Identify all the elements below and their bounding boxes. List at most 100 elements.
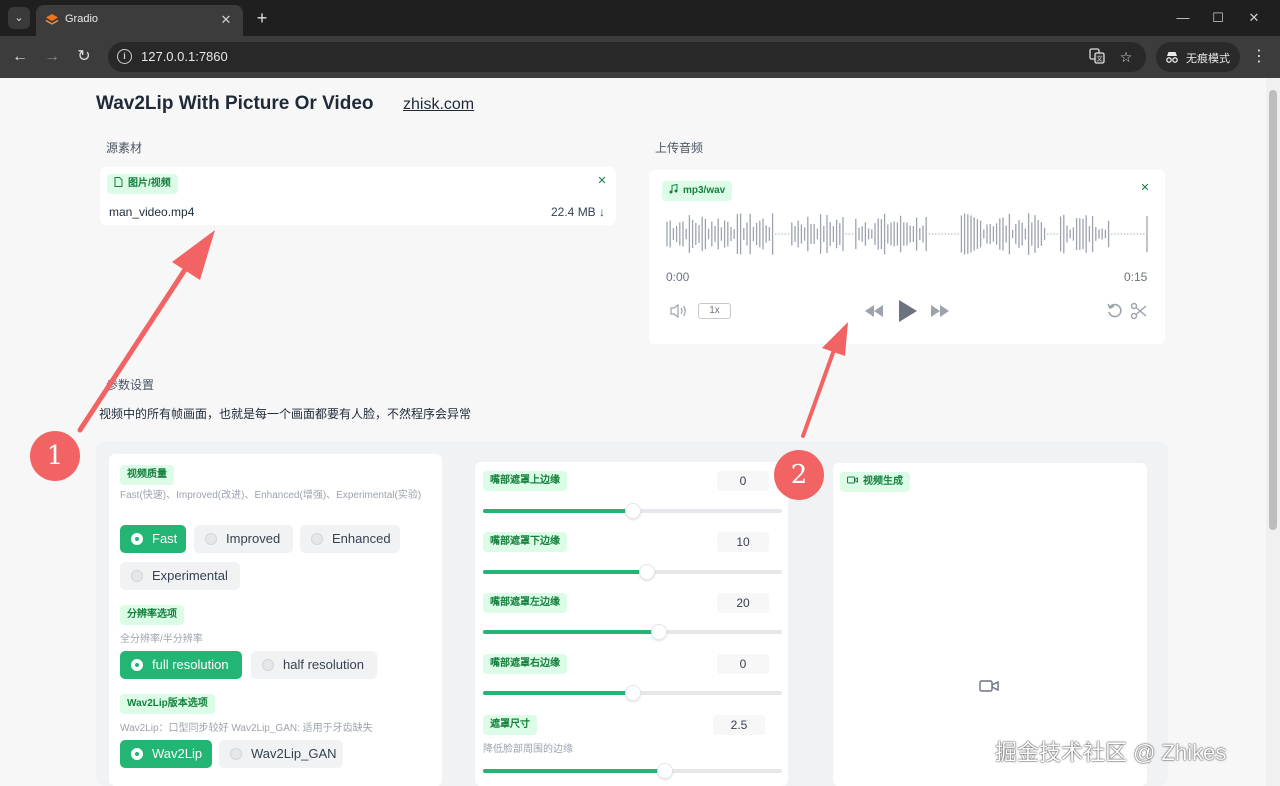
music-note-icon [669, 184, 678, 194]
slider-value-mask-size[interactable]: 2.5 [713, 715, 765, 735]
slider-mouth-top[interactable] [483, 503, 782, 519]
slider-mouth-bottom[interactable] [483, 564, 782, 580]
annotation-marker-2: 2 [774, 450, 824, 500]
gradio-favicon-icon [45, 14, 59, 25]
tab-close-icon[interactable]: ✕ [217, 11, 235, 29]
source-label: 源素材 [106, 141, 143, 155]
watermark-text: 掘金技术社区 @ Zhikes [995, 740, 1227, 765]
slider-label-mouth-left: 嘴部遮罩左边缘 [483, 593, 567, 613]
slider-fill [483, 630, 660, 634]
window-close-icon[interactable]: ✕ [1245, 10, 1263, 26]
file-size-download[interactable]: 22.4 MB ↓ [551, 205, 605, 219]
version-option-wav2lip-gan[interactable]: Wav2Lip_GAN [219, 740, 343, 768]
maximize-icon[interactable]: ☐ [1209, 10, 1227, 26]
url-text[interactable]: 127.0.0.1:7860 [141, 49, 228, 64]
tab-title: Gradio [65, 13, 99, 25]
resolution-option-half[interactable]: half resolution [251, 651, 377, 679]
source-clear-icon[interactable]: ✕ [595, 174, 609, 188]
resolution-info: 全分辨率/半分辨率 [120, 634, 203, 645]
output-tag: 视频生成 [840, 472, 910, 492]
reload-icon[interactable]: ↻ [73, 46, 95, 68]
quality-option-label: Fast [152, 531, 178, 546]
audio-time-end: 0:15 [1124, 270, 1148, 284]
resolution-option-label: half resolution [283, 657, 364, 672]
play-icon[interactable] [896, 299, 918, 323]
version-info: Wav2Lip：口型同步较好 Wav2Lip_GAN: 适用于牙齿缺失 [120, 723, 373, 734]
incognito-icon [1166, 52, 1178, 63]
file-icon [114, 177, 123, 187]
radio-dot [131, 570, 143, 582]
slider-fill [483, 570, 648, 574]
audio-tag: mp3/wav [662, 181, 733, 201]
audio-time-start: 0:00 [666, 270, 690, 284]
params-description: 视频中的所有帧画面，也就是每一个画面都要有人脸，不然程序会异常 [99, 407, 472, 421]
volume-icon[interactable] [669, 303, 689, 319]
rewind-icon[interactable] [863, 303, 885, 319]
tab-search-chevron-icon[interactable]: ⌄ [8, 7, 30, 29]
radio-dot [131, 533, 143, 545]
address-bar[interactable]: i 127.0.0.1:7860 文 ☆ [108, 42, 1146, 72]
annotation-marker-1: 1 [30, 431, 80, 481]
slider-label-mask-size: 遮罩尺寸 [483, 715, 537, 735]
audio-tag-text: mp3/wav [683, 185, 726, 196]
site-info-icon[interactable]: i [117, 49, 132, 64]
quality-option-fast[interactable]: Fast [120, 525, 186, 553]
audio-waveform[interactable] [665, 211, 1148, 257]
trim-scissors-icon[interactable] [1130, 302, 1148, 320]
version-tag: Wav2Lip版本选项 [120, 694, 215, 714]
resolution-option-full[interactable]: full resolution [120, 651, 242, 679]
translate-icon[interactable]: 文 [1088, 48, 1106, 66]
output-tag-text: 视频生成 [863, 476, 903, 487]
video-camera-icon [847, 476, 858, 484]
slider-fill [483, 769, 666, 773]
incognito-label: 无痕模式 [1186, 53, 1230, 65]
audio-clear-icon[interactable]: ✕ [1138, 181, 1152, 195]
slider-info-mask-size: 降低脸部周围的边缘 [483, 744, 573, 755]
quality-tag: 视频质量 [120, 465, 174, 485]
radio-dot [311, 533, 323, 545]
video-placeholder-icon [978, 677, 1000, 695]
reset-icon[interactable] [1106, 302, 1124, 320]
incognito-badge[interactable]: 无痕模式 [1156, 42, 1240, 72]
slider-mouth-right[interactable] [483, 685, 782, 701]
resolution-tag: 分辨率选项 [120, 605, 184, 625]
back-arrow-icon[interactable]: ← [9, 46, 31, 68]
file-name[interactable]: man_video.mp4 [109, 205, 194, 219]
new-tab-plus-icon[interactable]: + [252, 8, 272, 28]
fast-forward-icon[interactable] [929, 303, 951, 319]
slider-mouth-left[interactable] [483, 624, 782, 640]
quality-option-experimental[interactable]: Experimental [120, 562, 240, 590]
site-link[interactable]: zhisk.com [403, 96, 474, 114]
quality-option-enhanced[interactable]: Enhanced [300, 525, 400, 553]
quality-option-improved[interactable]: Improved [194, 525, 293, 553]
minimize-icon[interactable]: — [1174, 10, 1192, 26]
quality-option-label: Improved [226, 531, 281, 546]
radio-dot [131, 659, 143, 671]
forward-arrow-icon[interactable]: → [41, 46, 63, 68]
slider-label-mouth-top: 嘴部遮罩上边缘 [483, 471, 567, 491]
slider-value-mouth-right[interactable]: 0 [717, 654, 769, 674]
slider-value-mouth-top[interactable]: 0 [717, 471, 769, 491]
slider-label-mouth-bottom: 嘴部遮罩下边缘 [483, 532, 567, 552]
source-tag: 图片/视频 [107, 174, 178, 194]
browser-menu-icon[interactable]: ⋮ [1250, 46, 1268, 68]
page-title: Wav2Lip With Picture Or Video [96, 93, 374, 114]
slider-mask-size[interactable] [483, 763, 782, 779]
playback-rate-button[interactable]: 1x [698, 303, 731, 319]
slider-fill [483, 509, 633, 513]
version-option-label: Wav2Lip_GAN [251, 746, 337, 761]
radio-dot [205, 533, 217, 545]
scrollbar-thumb[interactable] [1269, 90, 1277, 530]
slider-handle[interactable] [624, 503, 641, 519]
audio-label: 上传音频 [655, 141, 704, 155]
slider-fill [483, 691, 633, 695]
resolution-option-label: full resolution [152, 657, 229, 672]
slider-handle[interactable] [624, 685, 641, 701]
page-scrollbar[interactable] [1266, 78, 1280, 786]
version-option-wav2lip[interactable]: Wav2Lip [120, 740, 212, 768]
slider-value-mouth-bottom[interactable]: 10 [717, 532, 769, 552]
bookmark-star-icon[interactable]: ☆ [1117, 48, 1135, 66]
browser-toolbar: ← → ↻ i 127.0.0.1:7860 文 ☆ 无痕模式 ⋮ [0, 36, 1280, 78]
browser-tab[interactable]: Gradio ✕ [36, 5, 243, 36]
slider-value-mouth-left[interactable]: 20 [717, 593, 769, 613]
